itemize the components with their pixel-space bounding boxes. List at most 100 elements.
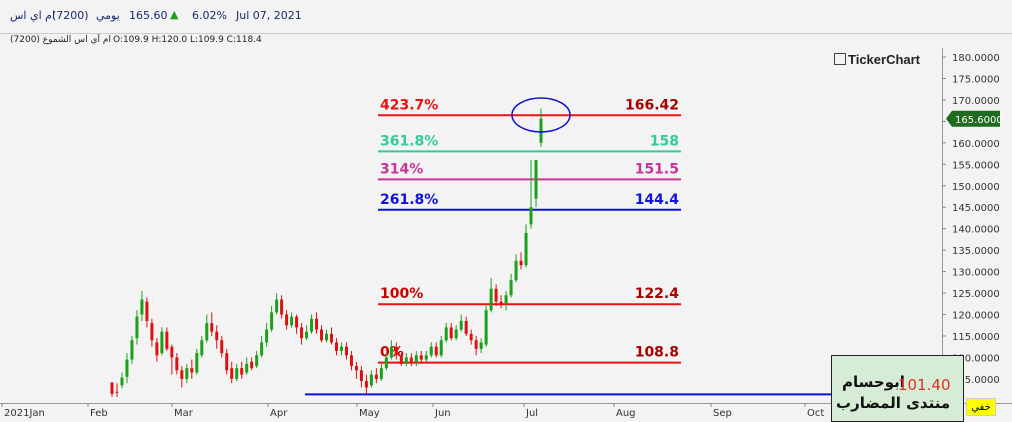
candle-body (160, 331, 164, 354)
candle-body (245, 363, 249, 373)
candle-body (220, 340, 224, 354)
candle-body (519, 260, 523, 266)
candle-body (120, 377, 124, 386)
candle-body (429, 346, 433, 356)
candle-body (215, 331, 219, 341)
candle-body (434, 346, 438, 356)
candle-body (255, 355, 259, 367)
candle-body (230, 368, 234, 379)
candle-body (354, 366, 358, 371)
candle-body (384, 357, 388, 369)
x-tick-label: Sep (713, 408, 732, 419)
plot-area (0, 48, 942, 403)
candle-body (140, 299, 144, 315)
candle-body (394, 346, 398, 356)
candle-body (484, 310, 488, 345)
y-tick-label: 130.0000 (952, 268, 1000, 279)
candle-body (200, 340, 204, 356)
candle-body (195, 353, 199, 373)
candle-body (374, 374, 378, 379)
candle-body (265, 329, 269, 343)
candle-body (275, 299, 279, 313)
fib-level-price: 108.8 (635, 345, 679, 361)
hide-button[interactable]: خفي (966, 398, 996, 416)
candle-body (524, 232, 528, 266)
candle-body (369, 374, 373, 386)
watermark-forum: منتدى المضارب (836, 394, 951, 412)
candle-body (539, 118, 543, 143)
candle-body (399, 355, 403, 364)
chart-window: ام اي اس (7200) يومي 165.60 ▲ 6.02% Jul … (0, 0, 1012, 422)
candle-body (185, 368, 189, 379)
candle-body (459, 320, 463, 330)
candle-body (339, 346, 343, 352)
y-tick-label: 175.0000 (952, 74, 1000, 85)
candle-body (130, 340, 134, 360)
x-tick-label: Mar (174, 408, 194, 419)
candle-body (489, 288, 493, 311)
candle-body (379, 368, 383, 379)
candle-body (514, 260, 518, 281)
candle-body (404, 357, 408, 364)
brand-text: TickerChart (848, 52, 921, 67)
candle-body (449, 327, 453, 339)
y-tick-label: 140.0000 (952, 225, 1000, 236)
fib-level-price: 122.4 (635, 286, 680, 302)
chart-icon (834, 53, 846, 65)
candle-body (150, 323, 154, 341)
x-tick-label: Feb (90, 408, 108, 419)
candle-body (310, 318, 314, 332)
fib-level-price: 144.4 (635, 192, 680, 208)
candle-body (504, 295, 508, 304)
candle-body (409, 357, 413, 362)
candle-body (389, 346, 393, 358)
candle-body (439, 340, 443, 356)
candle-body (529, 207, 533, 225)
x-tick-label: Oct (807, 408, 824, 419)
candle-body (320, 329, 324, 341)
candle-body (444, 327, 448, 341)
y-tick-label: 120.0000 (952, 311, 1000, 322)
candle-body (125, 359, 129, 377)
candle-body (334, 342, 338, 352)
x-tick-label: Apr (270, 408, 288, 419)
candle-body (295, 316, 299, 328)
candle-body (240, 368, 244, 375)
candle-body (145, 301, 149, 321)
candle-body (270, 312, 274, 330)
candle-body (280, 299, 284, 315)
candle-body (170, 346, 174, 358)
fib-level-price: 158 (650, 133, 679, 149)
y-tick-label: 115.0000 (952, 332, 1000, 343)
candle-body (180, 370, 184, 379)
candle-body (344, 346, 348, 356)
candle-body (260, 342, 264, 356)
candle-body (300, 327, 304, 339)
y-tick-label: 180.0000 (952, 53, 1000, 64)
candle-body (190, 368, 194, 373)
y-tick-label: 150.0000 (952, 182, 1000, 193)
y-tick-label: 160.0000 (952, 139, 1000, 150)
y-tick-label: 145.0000 (952, 203, 1000, 214)
candle-body (325, 333, 328, 341)
last-price-label: 165.6000 (955, 115, 1003, 126)
x-tick-label: 2021Jan (4, 408, 45, 419)
candle-body (359, 370, 363, 382)
brand-logo: TickerChart (834, 52, 920, 67)
fib-level-percent: 361.8% (380, 133, 438, 149)
x-tick-label: May (359, 408, 380, 419)
candle-body (414, 355, 418, 362)
candle-body (474, 340, 478, 349)
watermark-value: 101.40 (898, 376, 951, 394)
candle-body (110, 382, 114, 394)
candle-body (165, 331, 169, 349)
candle-body (329, 333, 333, 343)
fib-level-percent: 423.7% (380, 97, 438, 113)
y-tick-label: 135.0000 (952, 246, 1000, 257)
candle-body (534, 160, 538, 199)
candle-body (135, 316, 139, 339)
candle-body (205, 323, 209, 341)
candle-body (419, 355, 423, 360)
y-tick-label: 125.0000 (952, 289, 1000, 300)
fib-level-price: 151.5 (635, 161, 679, 177)
